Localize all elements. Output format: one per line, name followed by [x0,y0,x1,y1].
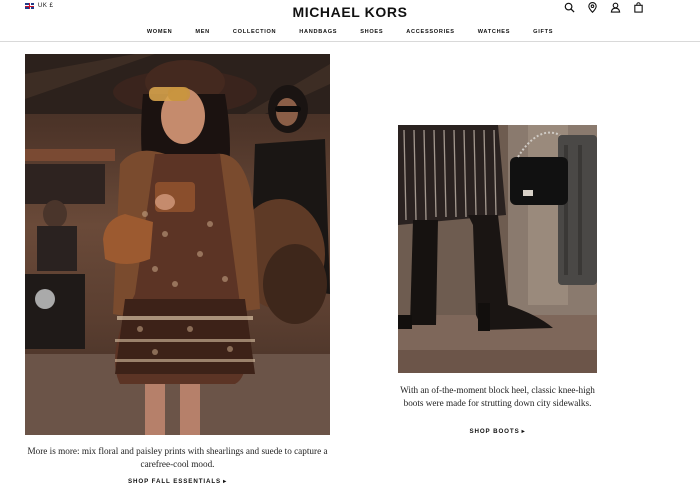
main-nav: WOMEN MEN COLLECTION HANDBAGS SHOES ACCE… [0,29,700,35]
chevron-right-icon: ▸ [521,429,526,435]
shop-boots-label: SHOP BOOTS [469,428,520,435]
fall-essentials-photo[interactable] [25,54,330,435]
chevron-right-icon: ▸ [223,479,227,485]
nav-item-collection[interactable]: COLLECTION [221,29,287,35]
bag-icon[interactable] [633,2,644,13]
location-icon[interactable] [587,2,598,13]
search-icon[interactable] [564,2,575,13]
shop-fall-essentials-link[interactable]: SHOP FALL ESSENTIALS ▸ [25,478,330,485]
fall-essentials-caption: More is more: mix floral and paisley pri… [27,446,328,469]
boots-photo[interactable] [398,125,597,373]
boots-caption: With an of-the-moment block heel, classi… [400,385,595,408]
shop-fall-essentials-label: SHOP FALL ESSENTIALS [128,478,222,485]
nav-item-watches[interactable]: WATCHES [466,29,521,35]
header-icons [564,2,644,13]
site-header: UK £ MICHAEL KORS WOMEN MEN COLLECTION H… [0,0,700,42]
boots-illustration [398,125,597,373]
nav-item-men[interactable]: MEN [184,29,222,35]
brand-logo-text[interactable]: MICHAEL KORS [292,4,407,20]
shop-boots-link[interactable]: SHOP BOOTS ▸ [398,428,597,435]
nav-item-handbags[interactable]: HANDBAGS [288,29,349,35]
nav-item-accessories[interactable]: ACCESSORIES [395,29,466,35]
account-icon[interactable] [610,2,621,13]
nav-item-shoes[interactable]: SHOES [349,29,395,35]
fall-essentials-illustration [25,54,330,435]
nav-item-gifts[interactable]: GIFTS [522,29,565,35]
nav-item-women[interactable]: WOMEN [135,29,184,35]
